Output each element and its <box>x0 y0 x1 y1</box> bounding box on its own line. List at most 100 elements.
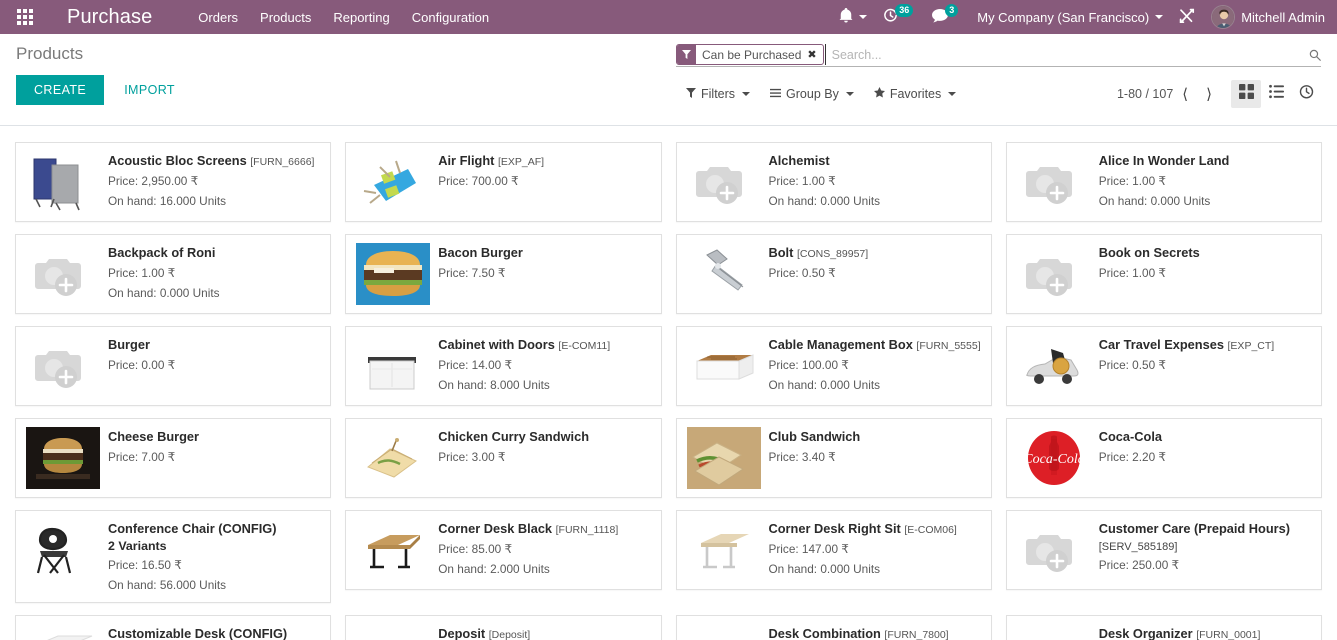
product-card[interactable]: Alchemist Price: 1.00 ₹ On hand: 0.000 Uni… <box>669 136 999 228</box>
product-card-inner[interactable]: Customizable Desk (CONFIG) <box>15 614 332 640</box>
product-price: Price: 1.00 ₹ <box>1098 173 1166 188</box>
product-card-inner[interactable]: Bacon Burger Price: 7.50 ₹ <box>345 234 662 314</box>
product-card[interactable]: Desk Organizer [FURN_0001] <box>999 609 1329 640</box>
product-card[interactable]: Backpack of Roni Price: 1.00 ₹ On hand: 0.… <box>8 228 338 320</box>
product-card[interactable]: Conference Chair (CONFIG) 2 Variants Price… <box>8 504 338 609</box>
product-card[interactable]: Club Sandwich Price: 3.40 ₹ <box>669 412 999 504</box>
product-card-inner[interactable]: Corner Desk Right Sit [E-COM06] Price: 14… <box>675 510 992 590</box>
product-card[interactable]: Car Travel Expenses [EXP_CT] Price: 0.50 … <box>999 320 1329 412</box>
product-card[interactable]: Bolt [CONS_89957] Price: 0.50 ₹ <box>669 228 999 320</box>
breadcrumb[interactable]: Products <box>16 34 676 62</box>
product-card-inner[interactable]: Air Flight [EXP_AF] Price: 700.00 ₹ <box>345 142 662 222</box>
product-card[interactable]: Coca-Cola Coca-Cola Price: 2.20 ₹ <box>999 412 1329 504</box>
product-code: [E-COM06] <box>904 524 957 536</box>
product-card[interactable]: Acoustic Bloc Screens [FURN_6666] Price: … <box>8 136 338 228</box>
apps-menu-toggle[interactable] <box>8 0 42 34</box>
product-card[interactable]: Burger Price: 0.00 ₹ <box>8 320 338 412</box>
product-card-inner[interactable]: Coca-Cola Coca-Cola Price: 2.20 ₹ <box>1005 418 1322 498</box>
product-name: Bolt <box>768 245 794 260</box>
product-card[interactable]: Corner Desk Right Sit [E-COM06] Price: 14… <box>669 504 999 609</box>
debug-menu[interactable] <box>1171 0 1203 34</box>
product-card-inner[interactable]: Cable Management Box [FURN_5555] Price: 1… <box>675 326 992 406</box>
menu-item-products[interactable]: Products <box>249 4 322 31</box>
product-name: Cabinet with Doors <box>438 337 555 352</box>
product-card-inner[interactable]: Acoustic Bloc Screens [FURN_6666] Price: … <box>15 142 332 222</box>
product-title: Backpack of Roni <box>108 245 320 261</box>
product-card-inner[interactable]: Desk Combination [FURN_7800] <box>675 614 992 640</box>
product-card[interactable]: Desk Combination [FURN_7800] <box>669 609 999 640</box>
product-card[interactable]: Cabinet with Doors [E-COM11] Price: 14.00… <box>338 320 668 412</box>
user-menu[interactable]: Mitchell Admin <box>1203 0 1333 34</box>
product-title: Customizable Desk (CONFIG) <box>108 626 320 640</box>
search-dropdown-toggle[interactable] <box>1303 44 1321 66</box>
product-price: Price: 250.00 ₹ <box>1098 557 1180 572</box>
product-name: Desk Combination <box>768 625 881 640</box>
product-card[interactable]: Cable Management Box [FURN_5555] Price: 1… <box>669 320 999 412</box>
create-button[interactable]: CREATE <box>16 75 105 105</box>
notifications-menu[interactable] <box>831 0 875 34</box>
product-card-inner[interactable]: Cabinet with Doors [E-COM11] Price: 14.00… <box>345 326 662 406</box>
product-card[interactable]: Alice In Wonder Land Price: 1.00 ₹ On hand… <box>999 136 1329 228</box>
pager-previous-button[interactable]: ⟨ <box>1173 87 1197 102</box>
product-card-inner[interactable]: Deposit [Deposit] <box>345 614 662 640</box>
import-button[interactable]: IMPORT <box>110 75 189 105</box>
favorites-dropdown[interactable]: Favorites <box>864 83 966 105</box>
product-image-cable-box <box>687 335 761 397</box>
product-card-inner[interactable]: Desk Organizer [FURN_0001] <box>1005 614 1322 640</box>
product-card-inner[interactable]: Car Travel Expenses [EXP_CT] Price: 0.50 … <box>1005 326 1322 406</box>
product-card[interactable]: Book on Secrets Price: 1.00 ₹ <box>999 228 1329 320</box>
product-card-inner[interactable]: Bolt [CONS_89957] Price: 0.50 ₹ <box>675 234 992 314</box>
product-card-inner[interactable]: Burger Price: 0.00 ₹ <box>15 326 332 406</box>
product-name: Alice In Wonder Land <box>1098 153 1230 168</box>
product-card-inner[interactable]: Backpack of Roni Price: 1.00 ₹ On hand: 0.… <box>15 234 332 314</box>
product-card-inner[interactable]: Alice In Wonder Land Price: 1.00 ₹ On hand… <box>1005 142 1322 222</box>
pager: 1-80 / 107 ⟨ ⟩ <box>1117 80 1321 108</box>
product-code: [EXP_CT] <box>1227 340 1275 352</box>
app-brand-title[interactable]: Purchase <box>67 6 152 29</box>
menu-item-orders[interactable]: Orders <box>187 4 249 31</box>
pager-value[interactable]: 1-80 / 107 <box>1117 87 1173 101</box>
product-card[interactable]: Customizable Desk (CONFIG) <box>8 609 338 640</box>
product-name: Chicken Curry Sandwich <box>438 429 590 444</box>
filters-dropdown[interactable]: Filters <box>676 83 760 105</box>
menu-item-configuration[interactable]: Configuration <box>401 4 500 31</box>
kanban-view-button[interactable] <box>1231 80 1261 108</box>
product-image-air-flight <box>356 151 430 213</box>
product-card-inner[interactable]: Alchemist Price: 1.00 ₹ On hand: 0.000 Uni… <box>675 142 992 222</box>
product-card-inner[interactable]: Cheese Burger Price: 7.00 ₹ <box>15 418 332 498</box>
product-code: [Deposit] <box>488 628 531 640</box>
groupby-dropdown[interactable]: Group By <box>760 83 864 105</box>
search-input[interactable] <box>824 44 1303 65</box>
product-card[interactable]: Deposit [Deposit] <box>338 609 668 640</box>
product-card[interactable]: Cheese Burger Price: 7.00 ₹ <box>8 412 338 504</box>
product-info: Corner Desk Right Sit [E-COM06] Price: 14… <box>769 519 981 581</box>
product-price: Price: 3.40 ₹ <box>768 449 836 464</box>
view-switcher <box>1231 80 1321 108</box>
product-card-inner[interactable]: Customer Care (Prepaid Hours) [SERV_58518… <box>1005 510 1322 590</box>
activity-menu[interactable]: 36 <box>875 0 924 34</box>
search-facet-can-be-purchased[interactable]: Can be Purchased ✖ <box>676 44 824 65</box>
product-title: Coca-Cola <box>1099 429 1311 445</box>
messaging-menu[interactable]: 3 <box>924 0 969 34</box>
company-switcher[interactable]: My Company (San Francisco) <box>969 0 1171 34</box>
list-view-button[interactable] <box>1261 80 1291 108</box>
close-x-icon[interactable]: ✖ <box>805 45 822 64</box>
product-card[interactable]: Bacon Burger Price: 7.50 ₹ <box>338 228 668 320</box>
product-image-coca-cola: Coca-Cola <box>1017 427 1091 489</box>
activity-view-button[interactable] <box>1291 80 1321 108</box>
product-card-inner[interactable]: Conference Chair (CONFIG) 2 Variants Price… <box>15 510 332 603</box>
product-card-inner[interactable]: Chicken Curry Sandwich Price: 3.00 ₹ <box>345 418 662 498</box>
product-price: Price: 0.50 ₹ <box>1098 358 1166 373</box>
product-price: Price: 2,950.00 ₹ <box>108 174 199 189</box>
product-card[interactable]: Air Flight [EXP_AF] Price: 700.00 ₹ <box>338 136 668 228</box>
product-onhand: On hand: 0.000 Units <box>108 286 220 301</box>
product-card-inner[interactable]: Corner Desk Black [FURN_1118] Price: 85.0… <box>345 510 662 590</box>
pager-next-button[interactable]: ⟩ <box>1197 87 1221 102</box>
product-card[interactable]: Chicken Curry Sandwich Price: 3.00 ₹ <box>338 412 668 504</box>
hamburger-lines-icon <box>770 88 782 101</box>
product-card[interactable]: Customer Care (Prepaid Hours) [SERV_58518… <box>999 504 1329 609</box>
product-card-inner[interactable]: Book on Secrets Price: 1.00 ₹ <box>1005 234 1322 314</box>
menu-item-reporting[interactable]: Reporting <box>322 4 400 31</box>
product-card-inner[interactable]: Club Sandwich Price: 3.40 ₹ <box>675 418 992 498</box>
product-card[interactable]: Corner Desk Black [FURN_1118] Price: 85.0… <box>338 504 668 609</box>
